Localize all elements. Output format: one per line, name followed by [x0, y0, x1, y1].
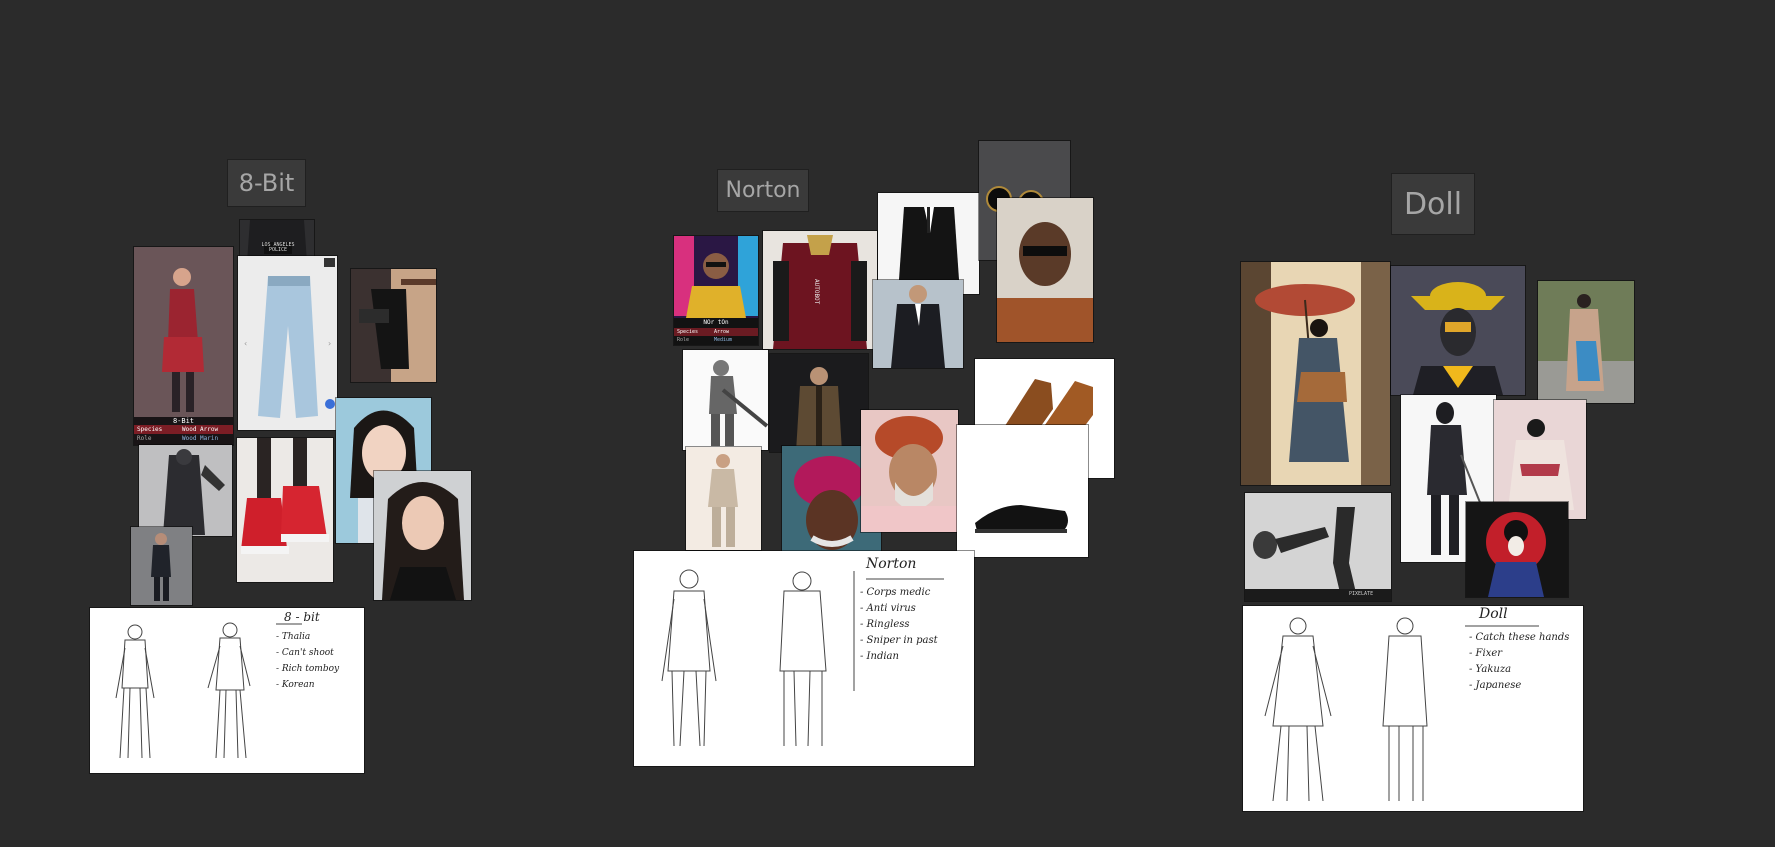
ref-image-red-jacket[interactable]: AUTOBOT [763, 231, 877, 349]
sketch-8bit-note-3: - Rich tomboy [276, 664, 340, 674]
sketch-doll-note-3: - Yakuza [1469, 664, 1512, 675]
jacket-text: AUTOBOT [813, 279, 820, 305]
ref-image-man-sunglasses[interactable] [997, 198, 1093, 342]
svg-text:›: › [328, 339, 331, 348]
norton-badge-text: NOr tOn [703, 319, 729, 326]
ref-image-holster[interactable] [351, 269, 436, 382]
norton-species-label: Species [677, 329, 699, 335]
ref-image-leather-coat[interactable] [770, 354, 868, 452]
board-label-8bit[interactable]: 8-Bit [227, 159, 306, 207]
sketch-doll-note-1: - Catch these hands [1469, 632, 1570, 643]
norton-species-value: Arrow [714, 329, 730, 335]
sketch-norton-note-1: - Corps medic [860, 587, 931, 598]
sketch-norton-note-2: - Anti virus [860, 603, 916, 614]
ref-image-cyber-limbs[interactable]: PIXELATE [1245, 493, 1391, 601]
ref-image-yellow-headdress[interactable] [1391, 266, 1525, 395]
8bit-species-value: Wood Arrow [182, 426, 219, 433]
ref-image-baggy-jeans[interactable]: ‹ › [238, 256, 337, 430]
sketch-norton[interactable]: Norton - Corps medic - Anti virus - Ring… [634, 551, 974, 766]
sketch-norton-note-5: - Indian [860, 651, 899, 662]
ref-image-beige-suit[interactable] [686, 447, 761, 550]
sketch-norton-note-3: - Ringless [860, 619, 910, 630]
police-vest-text: LOS ANGELES POLICE [261, 242, 295, 253]
sketch-norton-note-4: - Sniper in past [860, 635, 938, 646]
sketch-8bit-note-4: - Korean [276, 680, 315, 690]
ref-image-orange-turban[interactable] [861, 410, 958, 532]
ref-image-kimono-garden[interactable] [1538, 281, 1634, 403]
ref-image-black-suit[interactable] [878, 193, 979, 294]
8bit-role-value: Wood Marin [182, 435, 219, 442]
sketch-doll-note-4: - Japanese [1469, 680, 1522, 691]
sketch-norton-title: Norton [866, 556, 917, 572]
sketch-doll-note-2: - Fixer [1469, 648, 1503, 659]
board-label-doll[interactable]: Doll [1391, 173, 1475, 235]
ref-image-black-shoe[interactable] [957, 425, 1088, 557]
svg-text:‹: ‹ [244, 339, 247, 348]
ref-image-soldier-figure[interactable] [683, 350, 768, 450]
norton-role-label: Role [677, 337, 690, 343]
ref-image-red-character[interactable]: 8-Bit Species Wood Arrow Role Wood Marin [134, 247, 233, 445]
sketch-8bit-title: 8 - bit [284, 610, 320, 624]
ref-image-norton-character[interactable]: NOr tOn Species Arrow Role Medium [674, 236, 758, 345]
8bit-role-label: Role [137, 435, 152, 442]
8bit-species-label: Species [137, 426, 163, 433]
norton-role-value: Medium [714, 337, 733, 343]
ref-image-red-circle-geisha[interactable] [1466, 502, 1568, 597]
sketch-8bit-note-2: - Can't shoot [276, 648, 334, 658]
moodboard-canvas[interactable]: 8-Bit 8-Bit Species Wood Arrow Role Wood… [0, 0, 1775, 847]
sketch-doll[interactable]: Doll - Catch these hands - Fixer - Yakuz… [1243, 606, 1583, 811]
sketch-8bit-note-1: - Thalia [276, 632, 311, 642]
ref-image-red-sneakers[interactable] [237, 438, 333, 582]
ref-image-small-figure[interactable] [131, 527, 192, 605]
sketch-8bit[interactable]: 8 - bit - Thalia - Can't shoot - Rich to… [90, 608, 364, 773]
ref-image-portrait-2[interactable] [374, 471, 471, 600]
ref-image-geisha-umbrella[interactable] [1241, 262, 1390, 485]
cyber-limbs-caption: PIXELATE [1349, 591, 1374, 597]
sketch-doll-title: Doll [1479, 606, 1508, 622]
ref-image-man-suit-city[interactable] [873, 280, 963, 368]
8bit-badge-text: 8-Bit [172, 417, 195, 425]
ref-image-tactical-suit[interactable] [139, 445, 232, 536]
board-label-norton[interactable]: Norton [717, 169, 809, 212]
